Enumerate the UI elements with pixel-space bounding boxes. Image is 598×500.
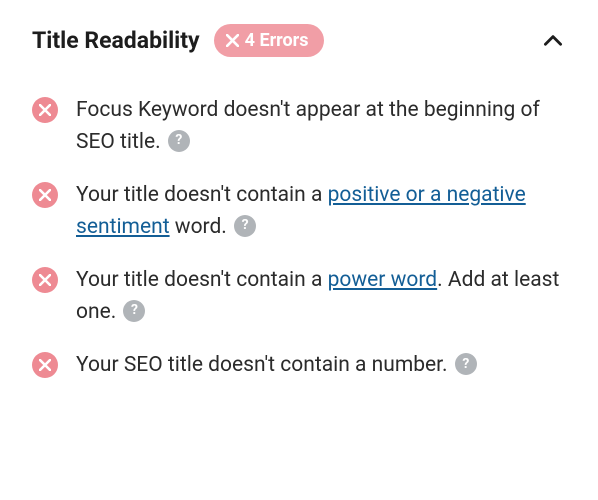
section-header: Title Readability 4 Errors	[32, 24, 566, 57]
help-icon[interactable]: ?	[168, 130, 190, 152]
error-count-badge: 4 Errors	[214, 24, 325, 57]
list-item: Focus Keyword doesn't appear at the begi…	[32, 95, 566, 158]
error-icon	[32, 352, 58, 378]
item-link[interactable]: power word	[328, 268, 438, 292]
item-text: Focus Keyword doesn't appear at the begi…	[76, 95, 566, 158]
list-item: Your title doesn't contain a power word.…	[32, 265, 566, 328]
help-icon[interactable]: ?	[123, 300, 145, 322]
help-icon[interactable]: ?	[234, 215, 256, 237]
collapse-toggle[interactable]	[540, 28, 566, 54]
error-list: Focus Keyword doesn't appear at the begi…	[32, 95, 566, 382]
section-title: Title Readability	[32, 27, 200, 54]
item-pre: Focus Keyword doesn't appear at the begi…	[76, 98, 540, 154]
help-icon[interactable]: ?	[455, 353, 477, 375]
list-item: Your title doesn't contain a positive or…	[32, 180, 566, 243]
list-item: Your SEO title doesn't contain a number.…	[32, 350, 566, 382]
item-text: Your title doesn't contain a power word.…	[76, 265, 566, 328]
error-icon	[32, 182, 58, 208]
error-icon	[32, 97, 58, 123]
close-icon	[226, 34, 239, 47]
error-icon	[32, 267, 58, 293]
item-post: word.	[170, 215, 227, 239]
item-text: Your title doesn't contain a positive or…	[76, 180, 566, 243]
item-text: Your SEO title doesn't contain a number.…	[76, 350, 477, 382]
badge-text: 4 Errors	[245, 30, 309, 51]
item-pre: Your title doesn't contain a	[76, 268, 328, 292]
item-pre: Your SEO title doesn't contain a number.	[76, 353, 448, 377]
item-pre: Your title doesn't contain a	[76, 183, 328, 207]
